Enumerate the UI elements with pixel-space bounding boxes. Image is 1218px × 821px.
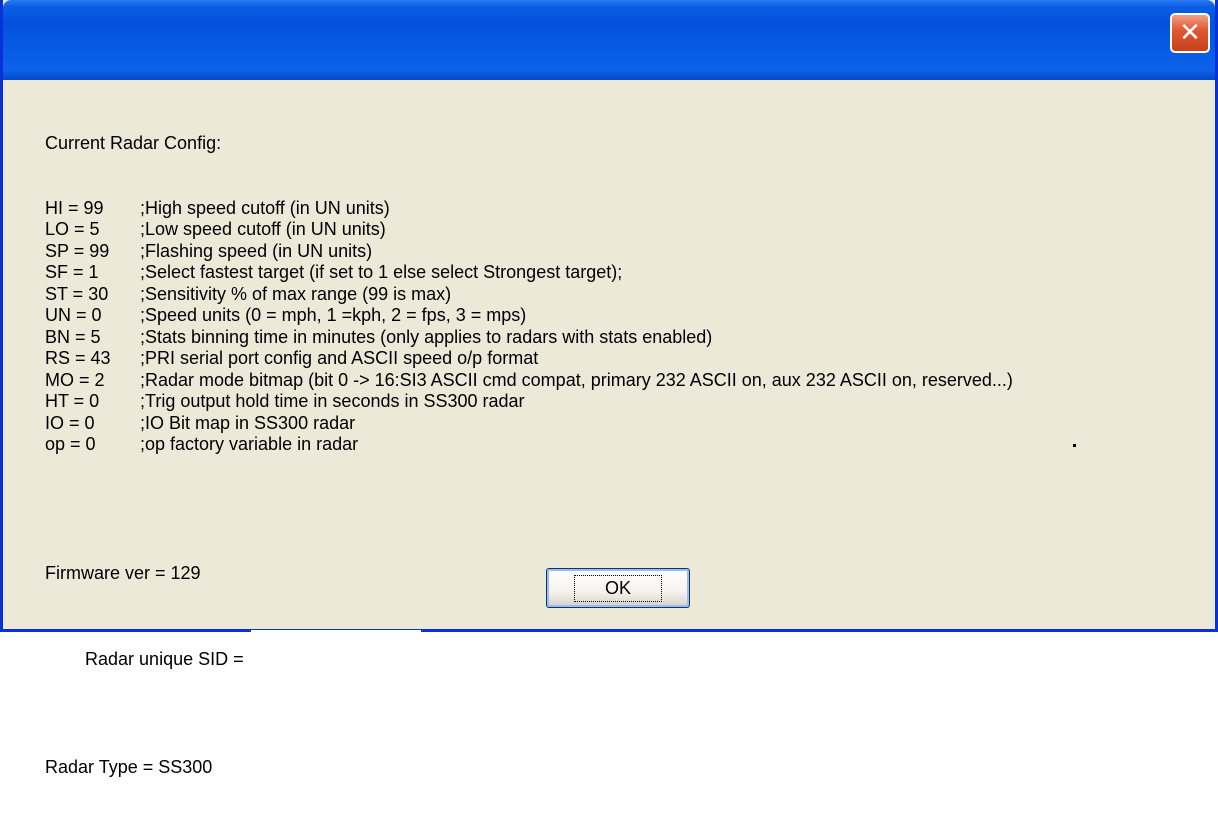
config-key: MO = 2: [45, 369, 105, 390]
config-row: SF = 1 ;Select fastest target (if set to …: [45, 262, 1013, 284]
radar-config-text: Current Radar Config: HI = 99 ;High speed…: [45, 90, 1013, 821]
config-row: HI = 99 ;High speed cutoff (in UN units): [45, 198, 1013, 220]
stray-dot: [1073, 444, 1076, 447]
title-bar[interactable]: ✕: [3, 0, 1215, 80]
config-row: ST = 30 ;Sensitivity % of max range (99 i…: [45, 284, 1013, 306]
config-key: IO = 0: [45, 412, 95, 433]
config-row: LO = 5 ;Low speed cutoff (in UN units): [45, 219, 1013, 241]
config-key: RS = 43: [45, 348, 111, 368]
config-comment: ;IO Bit map in SS300 radar: [140, 412, 356, 433]
config-row: MO = 2 ;Radar mode bitmap (bit 0 -> 16:SI…: [45, 370, 1013, 392]
config-comment: ;Select fastest target (if set to 1 else…: [140, 262, 623, 282]
config-key: SF = 1: [45, 262, 99, 282]
config-comment: ;Flashing speed (in UN units): [140, 240, 373, 261]
config-key: LO = 5: [45, 219, 100, 239]
config-comment: ;Trig output hold time in seconds in SS3…: [140, 391, 525, 411]
config-row: SP = 99 ;Flashing speed (in UN units): [45, 241, 1013, 263]
close-button[interactable]: ✕: [1170, 13, 1210, 53]
ok-button-label: OK: [573, 574, 662, 602]
close-icon: ✕: [1179, 18, 1201, 48]
radar-sid-label: Radar unique SID =: [85, 649, 244, 669]
config-key: HT = 0: [45, 391, 100, 411]
dialog-content: Current Radar Config: HI = 99 ;High speed…: [3, 80, 1215, 777]
config-key: ST = 30: [45, 283, 109, 304]
config-comment: ;PRI serial port config and ASCII speed …: [140, 348, 539, 368]
firmware-version: Firmware ver = 129: [45, 563, 201, 583]
radar-sid-row: Radar unique SID =: [45, 628, 1013, 714]
config-row: HT = 0 ;Trig output hold time in seconds …: [45, 391, 1013, 413]
config-row: RS = 43 ;PRI serial port config and ASCII…: [45, 348, 1013, 370]
config-key: op = 0: [45, 434, 96, 454]
config-key: UN = 0: [45, 305, 102, 325]
config-comment: ;High speed cutoff (in UN units): [140, 197, 390, 218]
config-key: BN = 5: [45, 326, 101, 347]
config-row: IO = 0 ;IO Bit map in SS300 radar: [45, 413, 1013, 435]
config-comment: ;Radar mode bitmap (bit 0 -> 16:SI3 ASCI…: [140, 369, 1013, 390]
config-comment: ;Low speed cutoff (in UN units): [140, 219, 386, 239]
config-comment: ;Sensitivity % of max range (99 is max): [140, 283, 452, 304]
config-comment: ;Stats binning time in minutes (only app…: [140, 326, 713, 347]
ok-button[interactable]: OK: [546, 568, 690, 608]
config-row: UN = 0 ;Speed units (0 = mph, 1 =kph, 2 =…: [45, 305, 1013, 327]
redacted-sid-value: [251, 629, 421, 648]
config-comment: ;op factory variable in radar: [140, 434, 359, 454]
config-row: BN = 5 ;Stats binning time in minutes (on…: [45, 327, 1013, 349]
config-heading: Current Radar Config:: [45, 133, 222, 153]
config-list: HI = 99 ;High speed cutoff (in UN units) L…: [45, 198, 1013, 456]
config-key: HI = 99: [45, 197, 104, 218]
dialog-window: ✕ Current Radar Config: HI = 99 ;High spe…: [0, 0, 1218, 777]
config-comment: ;Speed units (0 = mph, 1 =kph, 2 = fps, …: [140, 305, 527, 325]
radar-type: Radar Type = SS300: [45, 756, 213, 777]
config-key: SP = 99: [45, 240, 110, 261]
config-row: op = 0 ;op factory variable in radar: [45, 434, 1013, 456]
